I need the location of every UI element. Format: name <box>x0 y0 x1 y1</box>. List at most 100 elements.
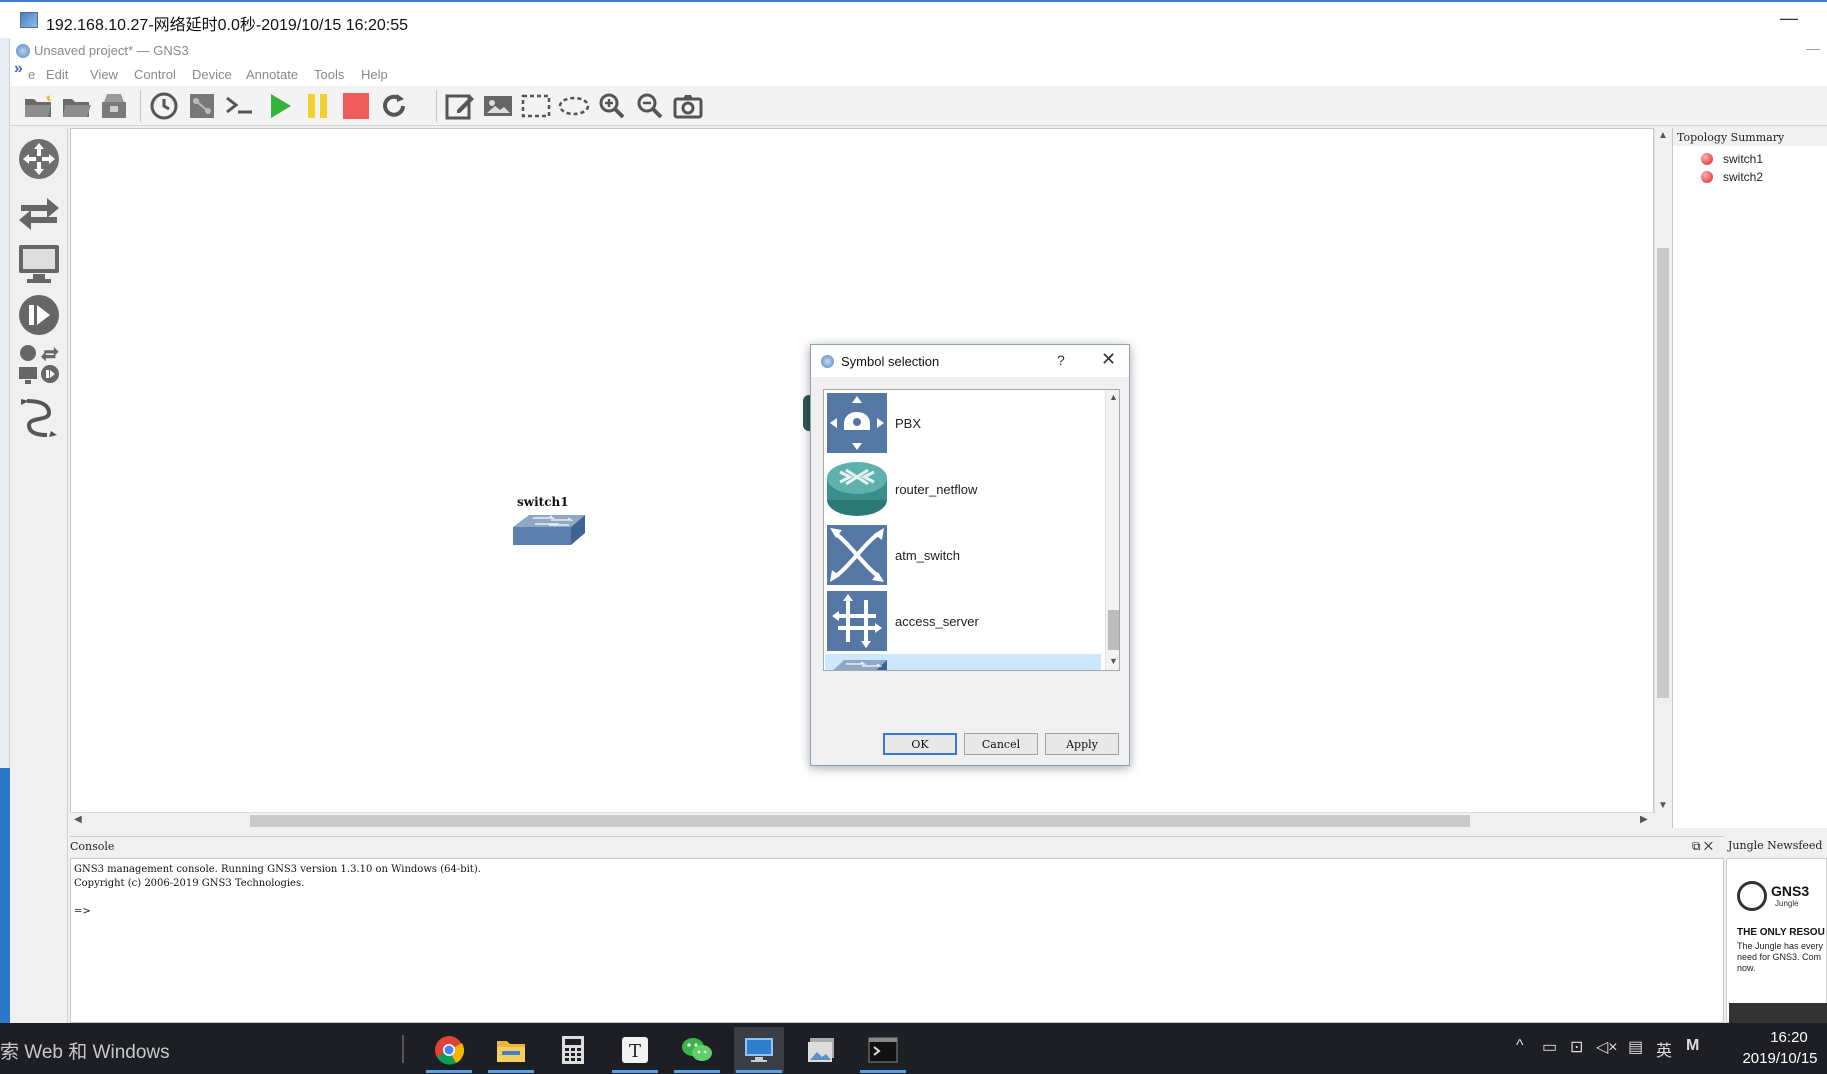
background-window-strip <box>0 38 10 1063</box>
action-center-icon[interactable]: ▤ <box>1628 1037 1643 1057</box>
jungle-headline: THE ONLY RESOU <box>1737 927 1825 938</box>
node-label: switch1 <box>517 495 569 509</box>
routers-icon[interactable] <box>16 136 62 182</box>
window-title: Unsaved project* — GNS3 <box>34 43 189 58</box>
show-hidden-icons-chevron-icon[interactable]: ^ <box>1516 1037 1524 1055</box>
symbol-item-atm-switch[interactable]: atm_switch <box>825 522 1101 588</box>
calculator-icon[interactable] <box>548 1027 598 1073</box>
symbol-item-ethernet-switch[interactable]: ethernet_switch <box>825 654 1101 670</box>
canvas-vertical-scrollbar[interactable]: ▲ ▼ <box>1654 128 1670 814</box>
reload-all-icon[interactable] <box>378 90 410 122</box>
add-note-icon[interactable] <box>444 90 476 122</box>
symbol-list-scroll-thumb[interactable] <box>1108 610 1119 650</box>
scroll-down-arrow-icon[interactable]: ▼ <box>1109 656 1118 666</box>
new-project-icon[interactable] <box>22 90 54 122</box>
background-window-blue-area <box>0 768 10 1063</box>
apply-button[interactable]: Apply <box>1045 733 1119 755</box>
switches-icon[interactable] <box>16 188 62 234</box>
console-line: GNS3 management console. Running GNS3 ve… <box>74 864 481 875</box>
menu-control[interactable]: Control <box>134 67 176 82</box>
menu-tools[interactable]: Tools <box>314 67 344 82</box>
end-devices-icon[interactable] <box>16 240 62 286</box>
stop-all-icon[interactable] <box>340 90 372 122</box>
remote-session-titlebar: 192.168.10.27-网络延时0.0秒-2019/10/15 16:20:… <box>0 0 1827 38</box>
draw-rectangle-icon[interactable] <box>520 90 552 122</box>
show-interface-labels-icon[interactable] <box>186 90 218 122</box>
typora-icon[interactable]: T <box>610 1027 660 1073</box>
suspend-all-icon[interactable] <box>302 90 334 122</box>
ok-button[interactable]: OK <box>883 733 957 755</box>
zoom-in-icon[interactable] <box>596 90 628 122</box>
clock-time[interactable]: 16:20 <box>1754 1029 1824 1046</box>
menu-annotate[interactable]: Annotate <box>246 67 298 82</box>
scroll-up-arrow-icon[interactable]: ▲ <box>1109 392 1118 402</box>
volume-muted-icon[interactable]: ◁× <box>1596 1037 1618 1057</box>
dock-controls[interactable]: ⧉ ✕ <box>1692 839 1713 854</box>
symbol-item-pbx[interactable]: PBX <box>825 390 1101 456</box>
jungle-cta-banner[interactable] <box>1729 1003 1827 1023</box>
scroll-right-arrow-icon[interactable]: ▶ <box>1640 814 1648 825</box>
help-button[interactable]: ? <box>1057 352 1065 368</box>
battery-icon[interactable]: ▭ <box>1542 1037 1557 1057</box>
topology-item-switch2[interactable]: switch2 <box>1701 168 1763 186</box>
console-dock-header: Console ⧉ ✕ <box>70 836 1724 856</box>
remote-session-icon <box>20 12 38 28</box>
cancel-button[interactable]: Cancel <box>964 733 1038 755</box>
console-title: Console <box>70 840 115 853</box>
insert-image-icon[interactable] <box>482 90 514 122</box>
jungle-newsfeed-panel[interactable]: GNS3 Jungle THE ONLY RESOU The Jungle ha… <box>1726 858 1827 1023</box>
zoom-out-icon[interactable] <box>634 90 666 122</box>
scroll-up-arrow-icon[interactable]: ▲ <box>1658 130 1668 141</box>
symbol-name: PBX <box>895 415 922 431</box>
router-netflow-icon <box>825 457 889 521</box>
snapshot-clock-icon[interactable] <box>148 90 180 122</box>
menu-device[interactable]: Device <box>192 67 232 82</box>
topology-item-switch1[interactable]: switch1 <box>1701 150 1763 168</box>
remote-desktop-icon[interactable] <box>734 1027 784 1073</box>
console-prompt: => <box>74 906 91 917</box>
window-minimize-button[interactable]: — <box>1806 40 1820 56</box>
menu-overflow-chevron-icon[interactable]: » <box>14 60 23 78</box>
ime-indicator[interactable]: 英 <box>1656 1037 1672 1061</box>
menu-help[interactable]: Help <box>361 67 388 82</box>
close-button[interactable]: ✕ <box>1101 349 1116 370</box>
taskbar-divider <box>402 1035 404 1063</box>
symbol-item-access-server[interactable]: access_server <box>825 588 1101 654</box>
symbol-item-router-netflow[interactable]: router_netflow <box>825 456 1101 522</box>
chrome-icon[interactable] <box>424 1027 474 1073</box>
draw-ellipse-icon[interactable] <box>558 90 590 122</box>
save-project-icon[interactable] <box>98 90 130 122</box>
console-all-icon[interactable] <box>224 90 256 122</box>
ethernet-switch-icon <box>825 655 889 670</box>
remote-session-title: 192.168.10.27-网络延时0.0秒-2019/10/15 16:20:… <box>46 17 409 34</box>
menu-edit[interactable]: Edit <box>46 67 68 82</box>
open-project-icon[interactable] <box>60 90 92 122</box>
canvas-vertical-scroll-thumb[interactable] <box>1657 248 1669 698</box>
symbol-list[interactable]: PBX router_netflow atm_switch access_ser… <box>823 389 1120 671</box>
all-devices-icon[interactable] <box>16 342 62 388</box>
network-icon[interactable]: ⊡ <box>1570 1037 1583 1057</box>
menu-file[interactable]: e <box>28 67 35 82</box>
terminal-icon[interactable] <box>858 1027 908 1073</box>
photos-icon[interactable] <box>796 1027 846 1073</box>
security-devices-icon[interactable] <box>16 292 62 338</box>
ime-mode-icon[interactable]: M <box>1686 1037 1699 1055</box>
taskbar-search[interactable]: 索 Web 和 Windows <box>0 1037 170 1064</box>
console-output[interactable]: GNS3 management console. Running GNS3 ve… <box>70 858 1724 1023</box>
screenshot-icon[interactable] <box>672 90 704 122</box>
minimize-button[interactable]: — <box>1780 8 1798 29</box>
ethernet-switch-icon <box>513 515 585 545</box>
symbol-list-scrollbar[interactable]: ▲ ▼ <box>1105 390 1119 670</box>
canvas-horizontal-scrollbar[interactable]: ◀ ▶ <box>70 812 1654 828</box>
add-link-icon[interactable] <box>16 394 62 440</box>
clock-date[interactable]: 2019/10/15 <box>1730 1050 1827 1067</box>
wechat-icon[interactable] <box>672 1027 722 1073</box>
canvas-horizontal-scroll-thumb[interactable] <box>250 815 1470 827</box>
start-all-icon[interactable] <box>264 90 296 122</box>
scroll-down-arrow-icon[interactable]: ▼ <box>1658 800 1668 811</box>
menu-view[interactable]: View <box>90 67 118 82</box>
scroll-left-arrow-icon[interactable]: ◀ <box>74 814 82 825</box>
file-explorer-icon[interactable] <box>486 1027 536 1073</box>
canvas-node-switch1[interactable]: switch1 <box>511 495 587 555</box>
